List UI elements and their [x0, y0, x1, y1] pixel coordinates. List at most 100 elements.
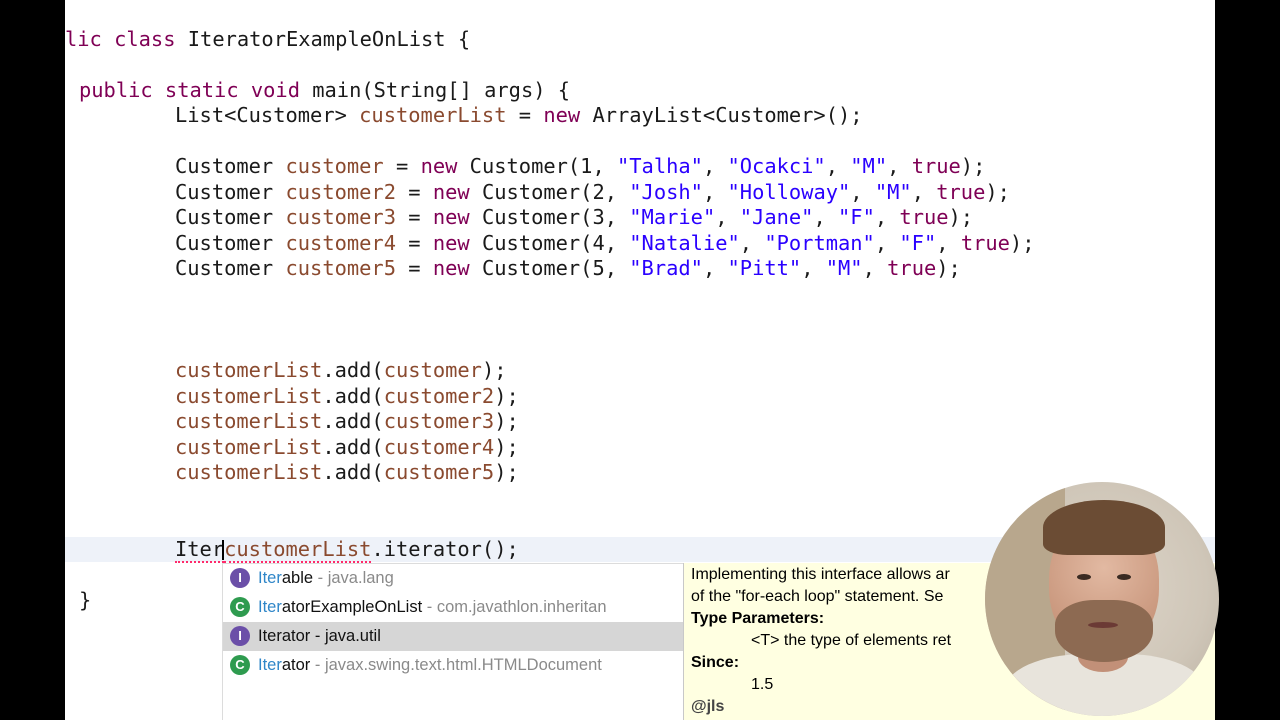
match-prefix: Iter	[258, 627, 282, 645]
match-prefix: Iter	[258, 569, 282, 587]
code-line-main: public static void main(String[] args) {	[79, 78, 570, 103]
end: );	[948, 205, 974, 229]
receiver: customerList	[175, 384, 323, 408]
variable: customer	[285, 154, 384, 178]
receiver: customerList	[175, 358, 323, 382]
receiver: customerList	[175, 435, 323, 459]
end: );	[494, 460, 519, 484]
list-type: List<Customer>	[175, 103, 360, 127]
ctor: Customer(1,	[457, 154, 617, 178]
equals: =	[396, 256, 433, 280]
class-icon: C	[230, 597, 250, 617]
end: );	[494, 409, 519, 433]
comma: ,	[862, 256, 888, 280]
end: );	[936, 256, 961, 280]
comma: ,	[874, 205, 900, 229]
list-variable: customerList	[359, 103, 507, 127]
doc-type-parameter: <T> the type of elements ret	[751, 632, 952, 649]
match-prefix: Iter	[258, 656, 282, 674]
interface-icon: I	[230, 568, 250, 588]
code-line-add: customerList.add(customer3);	[175, 409, 519, 434]
proposal-label: Iterable - java.lang	[258, 564, 394, 593]
proposal-label: IteratorExampleOnList - com.javathlon.in…	[258, 593, 607, 622]
equals: =	[396, 205, 433, 229]
proposal-package: - java.lang	[313, 569, 394, 587]
variable: customer2	[285, 180, 397, 204]
code-line-add: customerList.add(customer4);	[175, 435, 519, 460]
end: );	[985, 180, 1010, 204]
receiver: customerList	[175, 460, 323, 484]
current-rest: .iterator();	[371, 537, 519, 561]
doc-since-value: 1.5	[751, 676, 774, 693]
brace: {	[445, 27, 471, 51]
argument: customer3	[383, 409, 495, 433]
code-line-customer: Customer customer3 = new Customer(3, "Ma…	[175, 205, 973, 230]
list-ctor: ArrayList<Customer>();	[580, 103, 863, 127]
comma: ,	[702, 154, 728, 178]
main-modifiers: public static void	[79, 78, 313, 102]
presenter-beard	[1055, 600, 1153, 662]
new-keyword: new	[432, 205, 470, 229]
comma: ,	[702, 256, 728, 280]
true-keyword: true	[899, 205, 949, 229]
equals: =	[506, 103, 544, 127]
argument: customer2	[383, 384, 495, 408]
class-icon: C	[230, 655, 250, 675]
main-signature: main(String[] args) {	[312, 78, 571, 102]
ctor: Customer(5,	[469, 256, 630, 280]
current-variable: customerList	[224, 537, 372, 563]
doc-tag: @jls	[691, 698, 725, 715]
string: "Natalie"	[629, 231, 740, 255]
doc-jls-tag: @jls	[691, 696, 724, 718]
proposal-name: ator	[281, 627, 311, 645]
proposal-name: atorExampleOnList	[281, 598, 423, 616]
end: );	[1009, 231, 1035, 255]
string: "M"	[850, 154, 888, 178]
content-assist-popup[interactable]: I Iterable - java.lang C IteratorExample…	[222, 563, 683, 720]
method: .add(	[322, 384, 384, 408]
comma: ,	[825, 154, 851, 178]
proposal-iterator-java-util[interactable]: I Iterator - java.util	[223, 622, 683, 651]
proposal-iterator-example-on-list[interactable]: C IteratorExampleOnList - com.javathlon.…	[223, 593, 683, 622]
end: );	[494, 435, 519, 459]
doc-since-label: Since:	[691, 652, 739, 674]
proposal-package: - javax.swing.text.html.HTMLDocument	[310, 656, 602, 674]
variable: customer4	[285, 231, 397, 255]
ctor: Customer(4,	[469, 231, 630, 255]
new-keyword: new	[432, 231, 470, 255]
end: );	[494, 384, 519, 408]
comma: ,	[887, 154, 912, 178]
doc-heading: Type Parameters:	[691, 610, 825, 627]
equals: =	[396, 180, 433, 204]
receiver: customerList	[175, 409, 323, 433]
presenter-eye	[1077, 574, 1091, 580]
string: "Ocakci"	[727, 154, 826, 178]
closing-brace: }	[79, 588, 92, 612]
string: "F"	[838, 205, 875, 229]
variable: customer3	[285, 205, 397, 229]
comma: ,	[874, 231, 900, 255]
comma: ,	[813, 205, 839, 229]
comma: ,	[702, 180, 728, 204]
method: .add(	[322, 409, 384, 433]
method: .add(	[322, 358, 384, 382]
comma: ,	[801, 256, 826, 280]
code-line-current[interactable]: ItercustomerList.iterator();	[175, 537, 519, 563]
true-keyword: true	[911, 154, 961, 178]
match-prefix: Iter	[258, 598, 282, 616]
comma: ,	[936, 231, 961, 255]
doc-line: Implementing this interface allows ar	[691, 566, 950, 583]
string: "M"	[874, 180, 912, 204]
proposal-name: able	[281, 569, 314, 587]
type: Customer	[175, 154, 286, 178]
proposal-iterator-html-document[interactable]: C Iterator - javax.swing.text.html.HTMLD…	[223, 651, 683, 680]
proposal-package: - java.util	[310, 627, 381, 645]
code-line-customer: Customer customer2 = new Customer(2, "Jo…	[175, 180, 1010, 205]
type: Customer	[175, 205, 286, 229]
comma: ,	[911, 180, 937, 204]
code-line-class-declaration: lic class IteratorExampleOnList {	[65, 27, 470, 52]
text-caret	[222, 540, 224, 560]
proposal-iterable[interactable]: I Iterable - java.lang	[223, 564, 683, 593]
ctor: Customer(2,	[469, 180, 630, 204]
new-keyword: new	[432, 180, 470, 204]
